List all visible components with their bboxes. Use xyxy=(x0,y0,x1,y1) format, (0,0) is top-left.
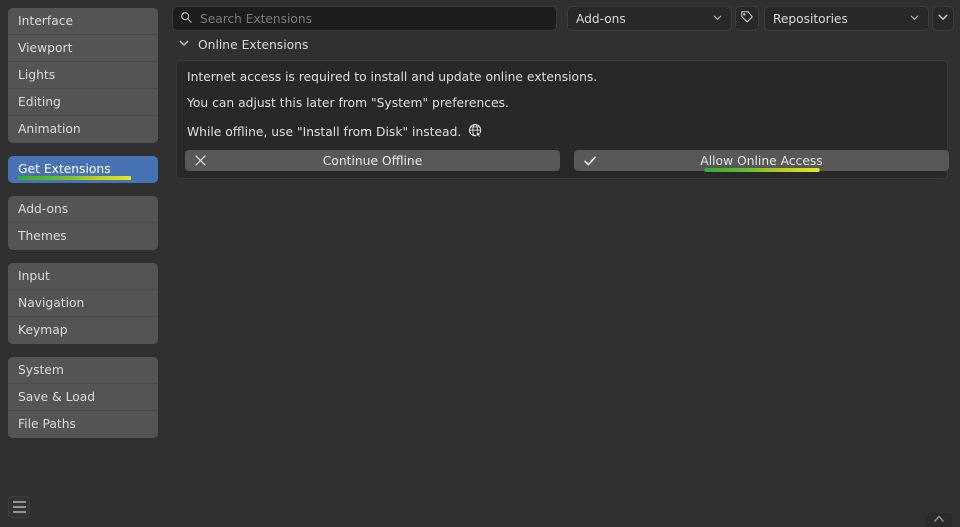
chevron-down-icon xyxy=(178,37,190,52)
sidebar-item-input[interactable]: Input xyxy=(8,263,158,290)
sidebar-item-label: Themes xyxy=(18,229,67,243)
sidebar-item-label: Input xyxy=(18,269,50,283)
allow-online-access-label: Allow Online Access xyxy=(700,153,823,168)
sidebar-item-navigation[interactable]: Navigation xyxy=(8,290,158,317)
sidebar-item-label: Navigation xyxy=(18,296,85,310)
hamburger-menu-icon[interactable] xyxy=(8,496,30,518)
hamburger-line xyxy=(12,511,26,513)
tag-icon xyxy=(740,10,754,27)
extensions-toolbar: Search Extensions Add-ons Repositories xyxy=(172,6,954,32)
sidebar-item-label: Get Extensions xyxy=(18,162,111,176)
sidebar-item-animation[interactable]: Animation xyxy=(8,116,158,143)
sidebar-item-label: System xyxy=(18,363,64,377)
search-input[interactable]: Search Extensions xyxy=(172,6,557,31)
sidebar-group: Get Extensions xyxy=(8,156,158,183)
prompt-line-2: You can adjust this later from "System" … xyxy=(187,96,509,110)
sidebar-group: Input Navigation Keymap xyxy=(8,263,158,344)
globe-cursor-icon xyxy=(468,123,484,142)
repositories-dropdown[interactable]: Repositories xyxy=(764,6,929,31)
continue-offline-label: Continue Offline xyxy=(322,153,423,168)
sidebar-item-get-extensions[interactable]: Get Extensions xyxy=(8,156,158,183)
chevron-down-icon xyxy=(909,12,920,26)
sidebar-group: Add-ons Themes xyxy=(8,196,158,250)
online-extensions-section-header[interactable]: Online Extensions xyxy=(178,37,308,52)
sidebar-item-label: Animation xyxy=(18,122,81,136)
sidebar-item-viewport[interactable]: Viewport xyxy=(8,35,158,62)
sidebar-item-label: Save & Load xyxy=(18,390,96,404)
search-icon xyxy=(180,9,193,28)
sidebar-item-editing[interactable]: Editing xyxy=(8,89,158,116)
repositories-value: Repositories xyxy=(773,11,848,26)
preferences-window: Interface Viewport Lights Editing Animation G… xyxy=(0,0,960,527)
chevron-down-icon xyxy=(712,12,723,26)
hamburger-line xyxy=(12,506,26,508)
sidebar-item-label: Lights xyxy=(18,68,56,82)
section-title: Online Extensions xyxy=(198,37,309,52)
sidebar-item-label: Viewport xyxy=(18,41,73,55)
tag-filter-button[interactable] xyxy=(735,6,759,31)
search-placeholder: Search Extensions xyxy=(200,11,312,26)
sidebar-item-file-paths[interactable]: File Paths xyxy=(8,411,158,438)
hamburger-line xyxy=(12,501,26,503)
sidebar-item-keymap[interactable]: Keymap xyxy=(8,317,158,344)
sidebar-group: Interface Viewport Lights Editing Animation xyxy=(8,8,158,143)
prompt-line-1: Internet access is required to install a… xyxy=(187,70,598,84)
prompt-button-row: Continue Offline Allow Online Access xyxy=(185,150,949,172)
online-access-prompt-panel: Internet access is required to install a… xyxy=(176,60,949,179)
sidebar-item-interface[interactable]: Interface xyxy=(8,8,158,35)
sidebar-item-label: Keymap xyxy=(18,323,68,337)
sidebar-item-save-load[interactable]: Save & Load xyxy=(8,384,158,411)
sidebar-item-system[interactable]: System xyxy=(8,357,158,384)
continue-offline-button[interactable]: Continue Offline xyxy=(185,150,560,171)
sidebar-item-highlight xyxy=(18,176,131,180)
sidebar-item-lights[interactable]: Lights xyxy=(8,62,158,89)
sidebar-item-label: Editing xyxy=(18,95,61,109)
sidebar-item-label: Add-ons xyxy=(18,202,69,216)
chevron-up-icon xyxy=(933,508,945,527)
sidebar-group: System Save & Load File Paths xyxy=(8,357,158,438)
prompt-line-3-row: While offline, use "Install from Disk" i… xyxy=(187,123,937,142)
chevron-down-icon xyxy=(937,11,949,26)
prompt-line-3: While offline, use "Install from Disk" i… xyxy=(187,125,462,139)
filter-type-value: Add-ons xyxy=(576,11,626,26)
filter-type-dropdown[interactable]: Add-ons xyxy=(567,6,732,31)
preferences-sidebar: Interface Viewport Lights Editing Animation G… xyxy=(0,0,167,490)
sidebar-item-add-ons[interactable]: Add-ons xyxy=(8,196,158,223)
allow-online-access-button[interactable]: Allow Online Access xyxy=(574,150,949,172)
sidebar-item-themes[interactable]: Themes xyxy=(8,223,158,250)
status-bar xyxy=(0,493,960,527)
sidebar-item-label: File Paths xyxy=(18,417,76,431)
sidebar-item-label: Interface xyxy=(18,14,74,28)
allow-online-access-highlight xyxy=(704,168,819,172)
extensions-options-dropdown[interactable] xyxy=(932,6,954,31)
resize-grip[interactable] xyxy=(926,513,952,527)
